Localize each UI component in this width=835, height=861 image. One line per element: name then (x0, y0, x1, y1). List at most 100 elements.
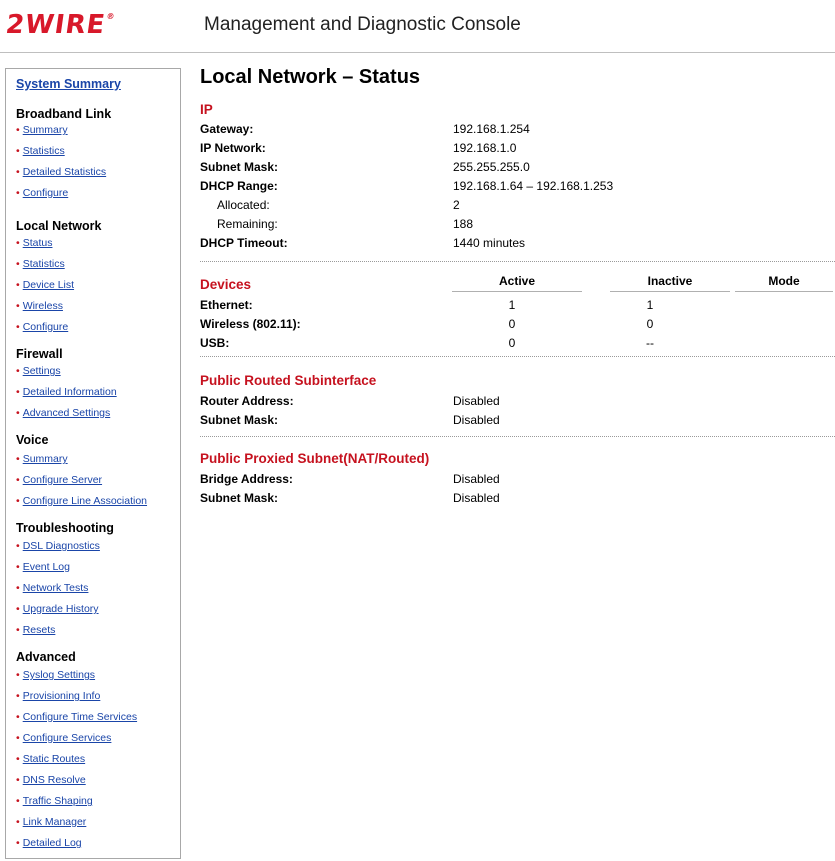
nav-item-label: DNS Resolve (22, 774, 86, 786)
nav-item-label: Detailed Information (22, 386, 117, 398)
wireless-active: 0 (508, 317, 516, 331)
nav-item-label: Traffic Shaping (22, 795, 93, 807)
gateway-value: 192.168.1.254 (453, 122, 530, 136)
nav-configure-services[interactable]: • Configure Services (16, 732, 111, 744)
nav-item-label: Event Log (22, 561, 70, 573)
ip-heading: IP (200, 102, 213, 117)
usb-label: USB: (200, 336, 230, 350)
devices-heading: Devices (200, 277, 252, 292)
dhcp-timeout-value: 1440 minutes (453, 236, 526, 250)
proxied-subnet-mask-label: Subnet Mask: (200, 491, 279, 505)
nav-item-label: DSL Diagnostics (22, 540, 100, 552)
wireless-label: Wireless (802.11): (200, 317, 301, 331)
section-local-network: Local Network (16, 219, 102, 233)
nav-dns-resolve[interactable]: • DNS Resolve (16, 774, 86, 786)
dhcp-range-label: DHCP Range: (200, 179, 278, 193)
router-address-value: Disabled (453, 394, 500, 408)
nav-broadband-detailed-statistics[interactable]: • Detailed Statistics (16, 166, 106, 178)
usb-active: 0 (508, 336, 516, 350)
section-troubleshooting: Troubleshooting (16, 521, 114, 535)
nav-resets[interactable]: • Resets (16, 624, 55, 636)
nav-item-label: Detailed Statistics (22, 166, 107, 178)
proxied-subnet-mask-value: Disabled (453, 491, 500, 505)
brand-logo: 2WIRE® (4, 10, 116, 40)
dhcp-timeout-label: DHCP Timeout: (200, 236, 288, 250)
nav-voice-summary[interactable]: • Summary (16, 453, 68, 465)
nav-detailed-log[interactable]: • Detailed Log (16, 837, 82, 849)
ethernet-inactive: 1 (646, 298, 654, 312)
devices-col-mode: Mode (735, 274, 833, 292)
nav-traffic-shaping[interactable]: • Traffic Shaping (16, 795, 93, 807)
nav-item-label: Upgrade History (22, 603, 99, 615)
ip-network-label: IP Network: (200, 141, 266, 155)
nav-firewall-advanced-settings[interactable]: • Advanced Settings (16, 407, 110, 419)
nav-item-label: Statistics (22, 258, 65, 270)
wireless-inactive: 0 (646, 317, 654, 331)
nav-local-statistics[interactable]: • Statistics (16, 258, 65, 270)
allocated-label: Allocated: (217, 198, 270, 212)
divider (200, 356, 835, 357)
nav-item-label: Configure Services (22, 732, 112, 744)
nav-item-label: Configure Time Services (22, 711, 138, 723)
nav-item-label: Wireless (22, 300, 63, 312)
nav-upgrade-history[interactable]: • Upgrade History (16, 603, 99, 615)
nav-local-device-list[interactable]: • Device List (16, 279, 74, 291)
nav-item-label: Summary (22, 124, 68, 136)
nav-item-label: Syslog Settings (22, 669, 96, 681)
section-broadband-link: Broadband Link (16, 107, 112, 121)
subnet-mask-value: 255.255.255.0 (453, 160, 530, 174)
page-title: Local Network – Status (200, 66, 421, 88)
nav-firewall-settings[interactable]: • Settings (16, 365, 61, 377)
nav-broadband-summary[interactable]: • Summary (16, 124, 68, 136)
allocated-value: 2 (453, 198, 460, 212)
divider (200, 261, 835, 262)
nav-item-label: Network Tests (22, 582, 89, 594)
section-voice: Voice (16, 433, 49, 447)
nav-network-tests[interactable]: • Network Tests (16, 582, 88, 594)
nav-configure-time-services[interactable]: • Configure Time Services (16, 711, 137, 723)
header: 2WIRE® Management and Diagnostic Console (0, 0, 835, 53)
nav-item-label: Summary (22, 453, 68, 465)
nav-broadband-statistics[interactable]: • Statistics (16, 145, 65, 157)
nav-item-label: Configure (22, 321, 69, 333)
nav-event-log[interactable]: • Event Log (16, 561, 70, 573)
nav-item-label: Settings (22, 365, 61, 377)
remaining-label: Remaining: (217, 217, 278, 231)
nav-dsl-diagnostics[interactable]: • DSL Diagnostics (16, 540, 100, 552)
nav-local-status[interactable]: • Status (16, 237, 52, 249)
nav-item-label: Provisioning Info (22, 690, 101, 702)
nav-local-wireless[interactable]: • Wireless (16, 300, 63, 312)
nav-item-label: Detailed Log (22, 837, 82, 849)
nav-provisioning-info[interactable]: • Provisioning Info (16, 690, 100, 702)
routed-subnet-mask-value: Disabled (453, 413, 500, 427)
nav-broadband-configure[interactable]: • Configure (16, 187, 68, 199)
nav-link-manager[interactable]: • Link Manager (16, 816, 86, 828)
usb-inactive: -- (646, 336, 654, 350)
system-summary-link[interactable]: System Summary (16, 77, 121, 91)
gateway-label: Gateway: (200, 122, 254, 136)
nav-syslog-settings[interactable]: • Syslog Settings (16, 669, 95, 681)
dhcp-range-value: 192.168.1.64 – 192.168.1.253 (453, 179, 614, 193)
section-advanced: Advanced (16, 650, 76, 664)
nav-static-routes[interactable]: • Static Routes (16, 753, 85, 765)
bridge-address-value: Disabled (453, 472, 500, 486)
nav-item-label: Configure Line Association (22, 495, 148, 507)
routed-subnet-mask-label: Subnet Mask: (200, 413, 279, 427)
nav-item-label: Device List (22, 279, 75, 291)
nav-item-label: Statistics (22, 145, 65, 157)
bridge-address-label: Bridge Address: (200, 472, 293, 486)
nav-item-label: Resets (22, 624, 56, 636)
nav-item-label: Static Routes (22, 753, 86, 765)
nav-voice-configure-line-association[interactable]: • Configure Line Association (16, 495, 147, 507)
logo-text: 2WIRE (3, 10, 108, 40)
ethernet-label: Ethernet: (200, 298, 253, 312)
devices-col-active: Active (452, 274, 582, 292)
remaining-value: 188 (453, 217, 474, 231)
nav-local-configure[interactable]: • Configure (16, 321, 68, 333)
ip-network-value: 192.168.1.0 (453, 141, 517, 155)
sidebar-nav: System Summary Broadband Link • Summary •… (5, 68, 181, 859)
ethernet-active: 1 (508, 298, 516, 312)
nav-voice-configure-server[interactable]: • Configure Server (16, 474, 102, 486)
console-title: Management and Diagnostic Console (204, 14, 521, 35)
nav-firewall-detailed-information[interactable]: • Detailed Information (16, 386, 117, 398)
